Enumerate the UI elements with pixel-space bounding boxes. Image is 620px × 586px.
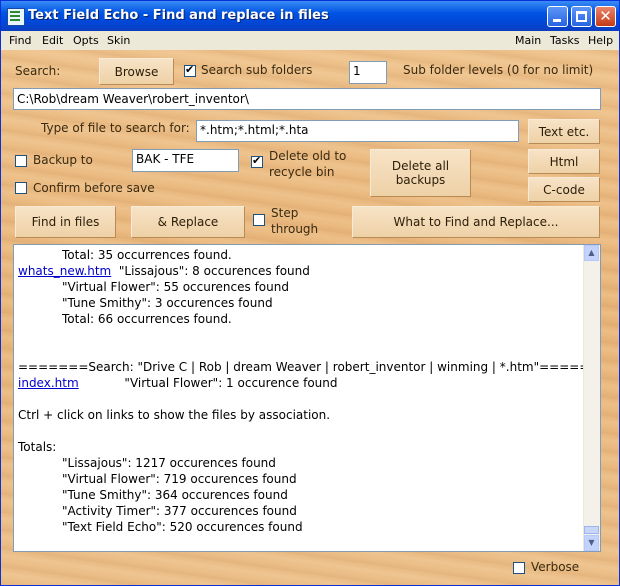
html-button[interactable]: Html: [528, 149, 600, 174]
file-type-input[interactable]: *.htm;*.html;*.hta: [196, 120, 519, 142]
close-button[interactable]: ✕: [595, 6, 616, 27]
search-subfolders-label: Search sub folders: [201, 63, 313, 77]
maximize-icon: [576, 11, 587, 22]
search-path-input[interactable]: C:\Rob\dream Weaver\robert_inventor\: [13, 88, 601, 110]
delete-all-label-2: backups: [395, 173, 446, 187]
backup-checkbox[interactable]: [15, 155, 27, 167]
menu-find[interactable]: Find: [9, 34, 32, 47]
step-through-label-2: through: [271, 222, 319, 236]
backup-folder-input[interactable]: BAK - TFE: [132, 149, 239, 172]
result-text: "Lissajous": 8 occurences found: [111, 264, 310, 278]
window-title: Text Field Echo - Find and replace in fi…: [28, 8, 329, 23]
result-line: whats_new.htm "Lissajous": 8 occurences …: [18, 264, 310, 278]
subfolder-levels-input[interactable]: 1: [349, 61, 387, 84]
result-file-link[interactable]: whats_new.htm: [18, 264, 111, 278]
menu-tasks[interactable]: Tasks: [550, 34, 579, 47]
find-in-files-button[interactable]: Find in files: [15, 206, 116, 238]
menu-edit[interactable]: Edit: [42, 34, 63, 47]
vertical-scrollbar[interactable]: ▲ ▼: [583, 245, 600, 551]
result-line: =======Search: "Drive C | Rob | dream We…: [18, 360, 601, 374]
confirm-before-save-checkbox[interactable]: [15, 182, 27, 194]
result-line: "Text Field Echo": 520 occurences found: [62, 520, 303, 534]
delete-old-label-2: recycle bin: [269, 165, 335, 179]
step-through-label-1: Step: [271, 206, 299, 220]
result-line: "Lissajous": 1217 occurences found: [62, 456, 276, 470]
menu-opts[interactable]: Opts: [73, 34, 99, 47]
app-window: Text Field Echo - Find and replace in fi…: [0, 0, 620, 586]
what-to-find-and-replace-button[interactable]: What to Find and Replace...: [352, 206, 600, 238]
result-file-link[interactable]: index.htm: [18, 376, 79, 390]
result-line: Total: 35 occurrences found.: [62, 248, 232, 262]
subfolder-levels-label: Sub folder levels (0 for no limit): [403, 63, 594, 77]
result-line: "Activity Timer": 377 occurences found: [62, 504, 297, 518]
result-text: "Virtual Flower": 1 occurence found: [78, 376, 338, 390]
menu-skin[interactable]: Skin: [107, 34, 130, 47]
maximize-button[interactable]: [571, 6, 592, 27]
minimize-icon: [553, 19, 561, 22]
scroll-down-icon[interactable]: ▼: [584, 535, 599, 551]
menu-help[interactable]: Help: [588, 34, 613, 47]
scroll-up-icon[interactable]: ▲: [584, 245, 599, 261]
verbose-label: Verbose: [531, 560, 580, 574]
result-line: "Virtual Flower": 55 occurences found: [62, 280, 289, 294]
result-line: "Virtual Flower": 719 occurences found: [62, 472, 297, 486]
close-icon: ✕: [599, 7, 612, 25]
result-line: Totals:: [18, 440, 57, 454]
search-subfolders-checkbox[interactable]: [184, 63, 196, 77]
result-line: "Tune Smithy": 364 occurences found: [62, 488, 288, 502]
search-label: Search:: [15, 64, 61, 78]
delete-old-checkbox[interactable]: [251, 154, 263, 168]
file-type-label: Type of file to search for:: [41, 121, 190, 135]
delete-all-backups-button[interactable]: Delete all backups: [370, 149, 471, 197]
text-etc-button[interactable]: Text etc.: [528, 119, 600, 144]
delete-old-label-1: Delete old to: [269, 149, 347, 163]
result-line: Total: 66 occurrences found.: [62, 312, 232, 326]
minimize-button[interactable]: [547, 6, 568, 27]
delete-all-label-1: Delete all: [391, 159, 450, 173]
scroll-thumb[interactable]: [584, 526, 599, 534]
step-through-checkbox[interactable]: [253, 214, 265, 226]
confirm-before-save-label: Confirm before save: [33, 181, 155, 195]
verbose-checkbox[interactable]: [513, 562, 525, 574]
result-line: "Tune Smithy": 3 occurences found: [62, 296, 273, 310]
result-line: Ctrl + click on links to show the files …: [18, 408, 331, 422]
menu-main[interactable]: Main: [515, 34, 541, 47]
browse-button[interactable]: Browse: [99, 58, 174, 85]
c-code-button[interactable]: C-code: [528, 177, 600, 202]
backup-label: Backup to: [33, 153, 93, 167]
replace-button[interactable]: & Replace: [131, 206, 245, 238]
results-text-area[interactable]: Total: 35 occurrences found. whats_new.h…: [13, 244, 601, 552]
title-bar[interactable]: Text Field Echo - Find and replace in fi…: [1, 1, 619, 31]
app-icon[interactable]: [7, 8, 25, 26]
menu-bar: Find Edit Opts Skin Main Tasks Help: [1, 31, 619, 50]
result-line: index.htm "Virtual Flower": 1 occurence …: [18, 376, 338, 390]
